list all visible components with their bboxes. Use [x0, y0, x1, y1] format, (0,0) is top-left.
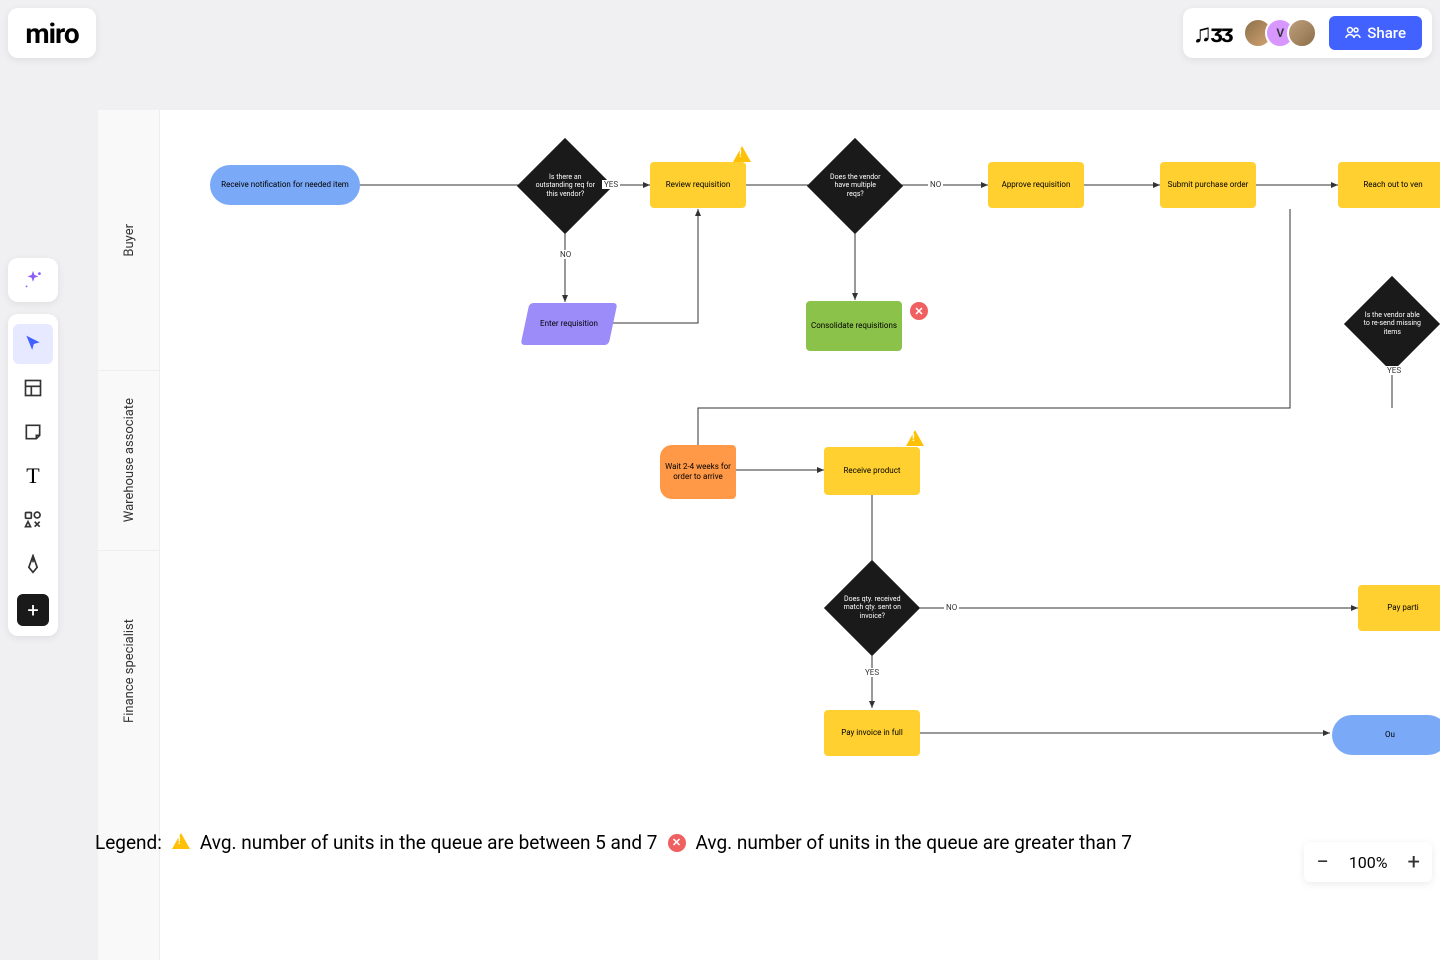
node-outstanding-req-decision[interactable]: Is there an outstanding req for this ven… [517, 138, 613, 234]
avatar-3[interactable] [1287, 18, 1317, 48]
node-review-requisition[interactable]: Review requisition [650, 162, 746, 208]
toolbar: T + [8, 314, 58, 636]
shapes-tool[interactable] [13, 500, 53, 540]
legend-err-text: Avg. number of units in the queue are gr… [696, 831, 1132, 854]
text-tool[interactable]: T [13, 456, 53, 496]
node-receive-product[interactable]: Receive product [824, 447, 920, 495]
cursor-icon [23, 334, 43, 354]
header-right: ♫ᴣᴣ V Share [1183, 8, 1432, 58]
lane-warehouse: Warehouse associate [98, 370, 160, 550]
edge-label-no-3: NO [944, 603, 959, 612]
node-pay-partial[interactable]: Pay parti [1358, 585, 1440, 631]
edge-label-no-2: NO [928, 180, 943, 189]
sticky-icon [23, 422, 43, 442]
select-tool[interactable] [13, 324, 53, 364]
legend-title: Legend: [95, 831, 162, 854]
collaborator-avatars[interactable]: V [1243, 18, 1317, 48]
node-vendor-multiple-decision[interactable]: Does the vendor have multiple reqs? [807, 138, 903, 234]
lane-warehouse-label: Warehouse associate [122, 398, 137, 522]
node-pay-full[interactable]: Pay invoice in full [824, 710, 920, 756]
lane-finance: Finance specialist [98, 550, 160, 790]
plus-icon: + [27, 598, 38, 622]
pen-icon [23, 554, 43, 574]
lane-buyer: Buyer [98, 110, 160, 370]
edge-label-yes-3: YES [863, 668, 881, 677]
activity-icon[interactable]: ♫ᴣᴣ [1193, 18, 1232, 49]
edge-label-yes-2: YES [1385, 366, 1403, 375]
zoom-out-button[interactable]: − [1316, 850, 1329, 875]
warning-badge-review [733, 146, 751, 162]
template-icon [23, 378, 43, 398]
node-consolidate-requisitions[interactable]: Consolidate requisitions [806, 301, 902, 351]
share-button[interactable]: Share [1329, 16, 1422, 50]
zoom-in-button[interactable]: + [1408, 850, 1420, 875]
edge-label-no-1: NO [558, 250, 573, 259]
zoom-level: 100% [1349, 853, 1388, 872]
edge-label-yes-1: YES [602, 180, 620, 189]
node-qty-match-decision[interactable]: Does qty. received match qty. sent on in… [824, 560, 920, 656]
legend-warn-icon [172, 831, 190, 854]
legend-warn-text: Avg. number of units in the queue are be… [200, 831, 658, 854]
text-icon: T [26, 463, 39, 489]
node-receive-notification[interactable]: Receive notification for needed item [210, 165, 360, 205]
sparkle-icon [22, 269, 44, 291]
template-tool[interactable] [13, 368, 53, 408]
people-icon [1345, 25, 1361, 41]
pen-tool[interactable] [13, 544, 53, 584]
share-label: Share [1367, 24, 1406, 42]
legend-err-icon: ✕ [668, 834, 686, 852]
node-submit-po[interactable]: Submit purchase order [1160, 162, 1256, 208]
node-wait-weeks[interactable]: Wait 2-4 weeks for order to arrive [660, 445, 736, 499]
lane-buyer-label: Buyer [122, 224, 137, 257]
node-reach-out-vendor[interactable]: Reach out to ven [1338, 162, 1440, 208]
lane-finance-label: Finance specialist [122, 619, 137, 723]
warning-badge-receive [906, 430, 924, 446]
logo-text: miro [25, 17, 78, 50]
sticky-tool[interactable] [13, 412, 53, 452]
node-enter-requisition[interactable]: Enter requisition [521, 303, 618, 345]
app-logo[interactable]: miro [8, 8, 96, 58]
zoom-control: − 100% + [1304, 842, 1432, 882]
shapes-icon [23, 510, 43, 530]
legend: Legend: Avg. number of units in the queu… [95, 831, 1132, 854]
node-end[interactable]: Ou [1332, 715, 1440, 755]
error-badge-consolidate: ✕ [910, 302, 928, 320]
add-tool[interactable]: + [17, 594, 49, 626]
node-approve-requisition[interactable]: Approve requisition [988, 162, 1084, 208]
ai-tool[interactable] [8, 258, 58, 302]
node-vendor-resend-decision[interactable]: Is the vendor able to re-send missing it… [1344, 276, 1440, 372]
